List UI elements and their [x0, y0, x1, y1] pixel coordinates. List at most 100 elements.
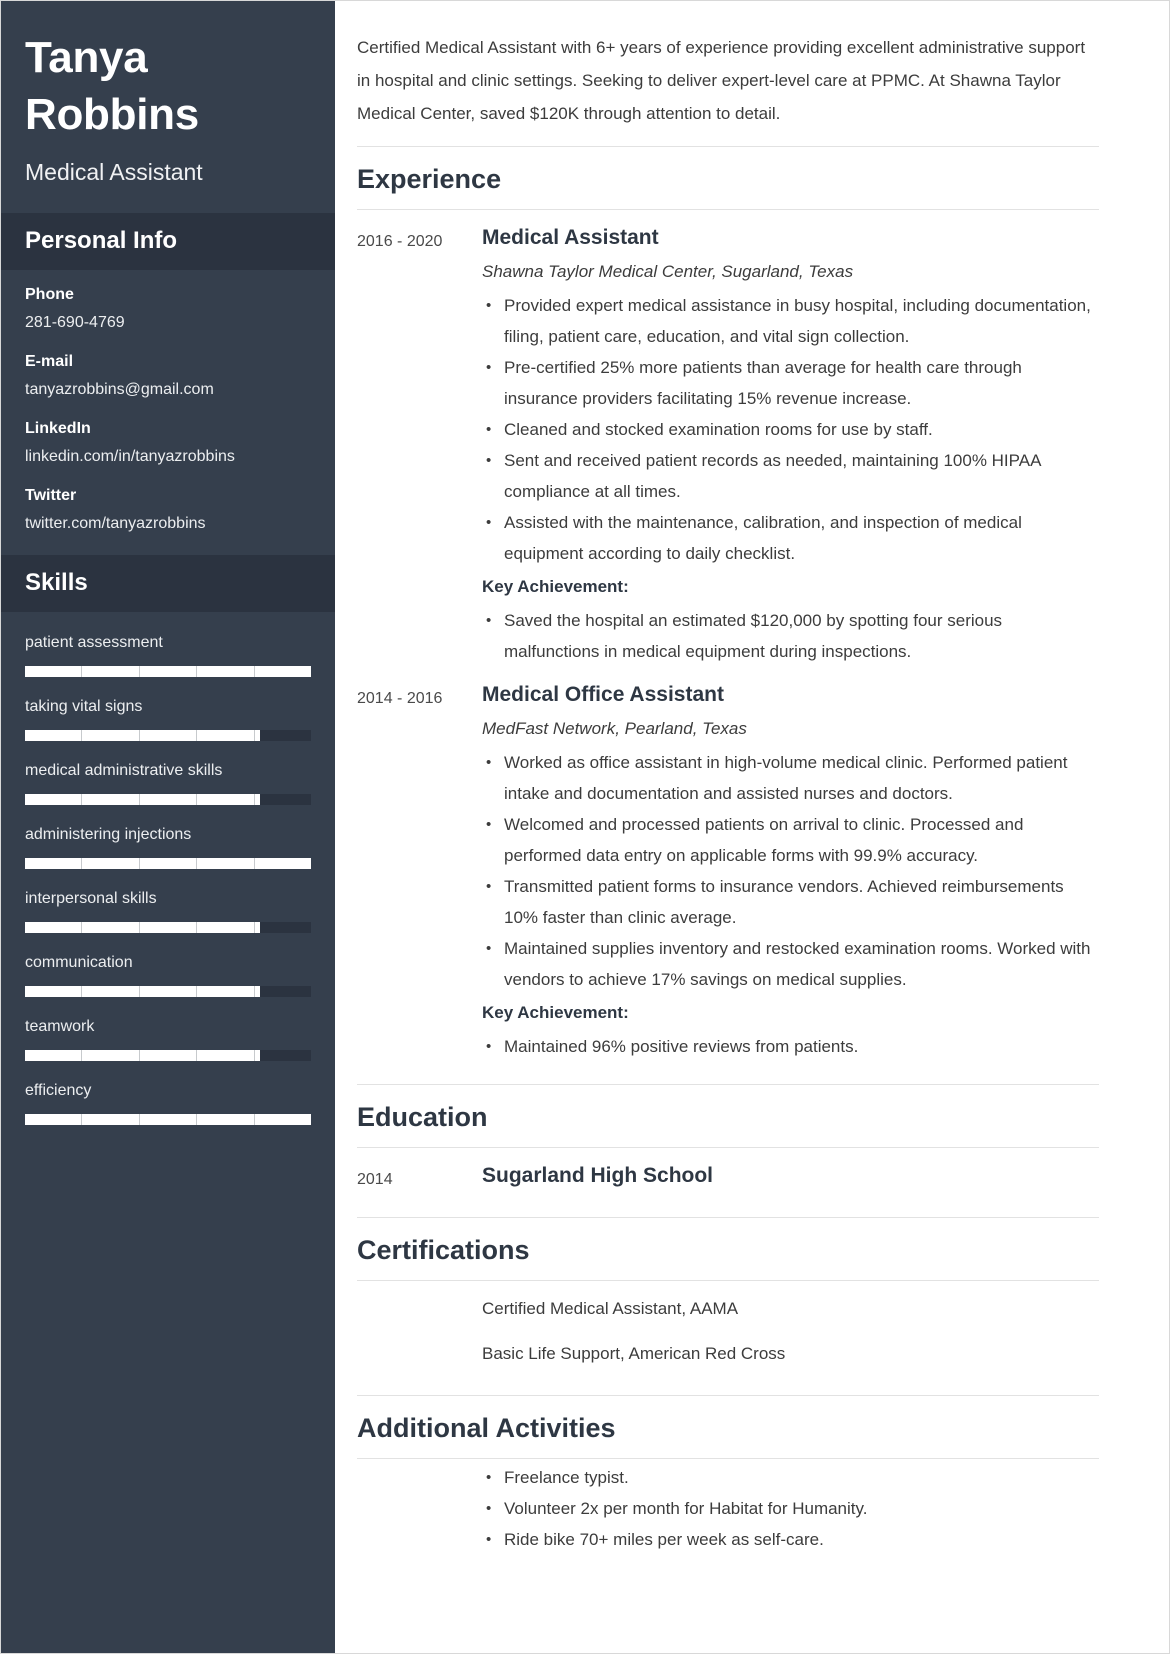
skill-level-bar — [25, 922, 311, 933]
skill-tick-marks — [25, 986, 311, 997]
resume-page: Tanya Robbins Medical Assistant Personal… — [0, 0, 1170, 1654]
education-school: Sugarland High School — [482, 1164, 714, 1187]
certifications-heading: Certifications — [357, 1235, 530, 1265]
skill-label: medical administrative skills — [25, 762, 223, 779]
contact-item: Phone 281-690-4769 — [25, 284, 311, 334]
skill-level-bar — [25, 666, 311, 677]
contact-item: Twitter twitter.com/tanyazrobbins — [25, 485, 311, 535]
divider — [357, 1458, 1099, 1459]
experience-bullets: Worked as office assistant in high-volum… — [482, 747, 1099, 995]
skill-label: administering injections — [25, 826, 192, 843]
experience-bullet: Transmitted patient forms to insurance v… — [482, 871, 1099, 933]
key-achievement-label: Key Achievement: — [482, 1003, 629, 1022]
experience-entry: 2014 - 2016 Medical Office Assistant Med… — [357, 667, 1099, 1062]
experience-date: 2016 - 2020 — [357, 233, 443, 250]
skill-level-bar — [25, 1114, 311, 1125]
contact-label: Twitter — [25, 487, 77, 504]
certification-item: Basic Life Support, American Red Cross — [482, 1344, 786, 1363]
contact-value[interactable]: linkedin.com/in/tanyazrobbins — [25, 446, 311, 468]
skills-list: patient assessment taking vital signs me… — [1, 612, 335, 1145]
education-list: 2014 Sugarland High School — [357, 1148, 1099, 1195]
education-entry: 2014 Sugarland High School — [357, 1148, 1099, 1195]
certification-item: Certified Medical Assistant, AAMA — [482, 1299, 739, 1318]
experience-organization: Shawna Taylor Medical Center, Sugarland,… — [482, 262, 854, 281]
contact-value[interactable]: tanyazrobbins@gmail.com — [25, 379, 311, 401]
personal-info-heading: Personal Info — [25, 227, 178, 254]
personal-info-section-header: Personal Info — [1, 213, 335, 270]
contact-item: E-mail tanyazrobbins@gmail.com — [25, 351, 311, 401]
contact-value[interactable]: 281-690-4769 — [25, 312, 311, 334]
contact-label: LinkedIn — [25, 420, 91, 437]
skill-tick-marks — [25, 730, 311, 741]
key-achievement-bullets: Saved the hospital an estimated $120,000… — [482, 605, 1099, 667]
skill-label: patient assessment — [25, 634, 163, 651]
activities-heading: Additional Activities — [357, 1413, 616, 1443]
activity-item: Volunteer 2x per month for Habitat for H… — [482, 1493, 1099, 1524]
skill-item: communication — [25, 952, 311, 997]
experience-organization: MedFast Network, Pearland, Texas — [482, 719, 747, 738]
skill-tick-marks — [25, 1050, 311, 1061]
candidate-job-title: Medical Assistant — [25, 159, 203, 185]
skills-heading: Skills — [25, 569, 88, 596]
skill-level-bar — [25, 858, 311, 869]
activity-item: Ride bike 70+ miles per week as self-car… — [482, 1524, 1099, 1555]
experience-bullet: Assisted with the maintenance, calibrati… — [482, 507, 1099, 569]
experience-bullet: Provided expert medical assistance in bu… — [482, 290, 1099, 352]
skill-label: communication — [25, 954, 133, 971]
skill-label: interpersonal skills — [25, 890, 157, 907]
experience-details: Medical Assistant Shawna Taylor Medical … — [482, 224, 1099, 667]
contact-label: E-mail — [25, 353, 74, 370]
experience-role: Medical Assistant — [482, 226, 659, 249]
skill-item: administering injections — [25, 824, 311, 869]
skill-level-bar — [25, 794, 311, 805]
key-achievement-bullet: Maintained 96% positive reviews from pat… — [482, 1031, 1099, 1062]
certifications-list: Certified Medical Assistant, AAMA Basic … — [357, 1281, 1099, 1369]
key-achievement-bullet: Saved the hospital an estimated $120,000… — [482, 605, 1099, 667]
key-achievement-bullets: Maintained 96% positive reviews from pat… — [482, 1031, 1099, 1062]
skill-level-bar — [25, 730, 311, 741]
experience-bullet: Pre-certified 25% more patients than ave… — [482, 352, 1099, 414]
experience-bullet: Cleaned and stocked examination rooms fo… — [482, 414, 1099, 445]
contact-value[interactable]: twitter.com/tanyazrobbins — [25, 513, 311, 535]
experience-bullet: Welcomed and processed patients on arriv… — [482, 809, 1099, 871]
skill-tick-marks — [25, 794, 311, 805]
skill-tick-marks — [25, 666, 311, 677]
skill-label: teamwork — [25, 1018, 95, 1035]
main-content: Certified Medical Assistant with 6+ year… — [335, 1, 1169, 1653]
experience-bullet: Worked as office assistant in high-volum… — [482, 747, 1099, 809]
experience-list: 2016 - 2020 Medical Assistant Shawna Tay… — [357, 210, 1099, 1062]
experience-role: Medical Office Assistant — [482, 683, 724, 706]
education-heading: Education — [357, 1102, 488, 1132]
skill-item: patient assessment — [25, 632, 311, 677]
skill-level-bar — [25, 986, 311, 997]
activity-item: Freelance typist. — [482, 1462, 1099, 1493]
experience-bullets: Provided expert medical assistance in bu… — [482, 290, 1099, 569]
experience-date: 2014 - 2016 — [357, 690, 443, 707]
personal-info-list: Phone 281-690-4769 E-mail tanyazrobbins@… — [1, 270, 335, 555]
skill-item: teamwork — [25, 1016, 311, 1061]
candidate-name: Tanya Robbins — [25, 33, 199, 139]
activities-list: Freelance typist. Volunteer 2x per month… — [482, 1462, 1099, 1555]
key-achievement-label: Key Achievement: — [482, 577, 629, 596]
experience-entry: 2016 - 2020 Medical Assistant Shawna Tay… — [357, 210, 1099, 667]
education-details: Sugarland High School — [482, 1162, 1099, 1195]
skill-item: interpersonal skills — [25, 888, 311, 933]
activities-wrap: Freelance typist. Volunteer 2x per month… — [357, 1462, 1099, 1555]
experience-details: Medical Office Assistant MedFast Network… — [482, 681, 1099, 1062]
skill-item: efficiency — [25, 1080, 311, 1125]
skill-tick-marks — [25, 1114, 311, 1125]
skill-label: efficiency — [25, 1082, 92, 1099]
experience-bullet: Maintained supplies inventory and restoc… — [482, 933, 1099, 995]
skill-tick-marks — [25, 858, 311, 869]
experience-heading: Experience — [357, 164, 502, 194]
experience-bullet: Sent and received patient records as nee… — [482, 445, 1099, 507]
contact-item: LinkedIn linkedin.com/in/tanyazrobbins — [25, 418, 311, 468]
skill-item: taking vital signs — [25, 696, 311, 741]
skill-item: medical administrative skills — [25, 760, 311, 805]
professional-summary: Certified Medical Assistant with 6+ year… — [357, 38, 1086, 123]
education-date: 2014 — [357, 1171, 393, 1188]
sidebar-header: Tanya Robbins Medical Assistant — [1, 1, 335, 213]
